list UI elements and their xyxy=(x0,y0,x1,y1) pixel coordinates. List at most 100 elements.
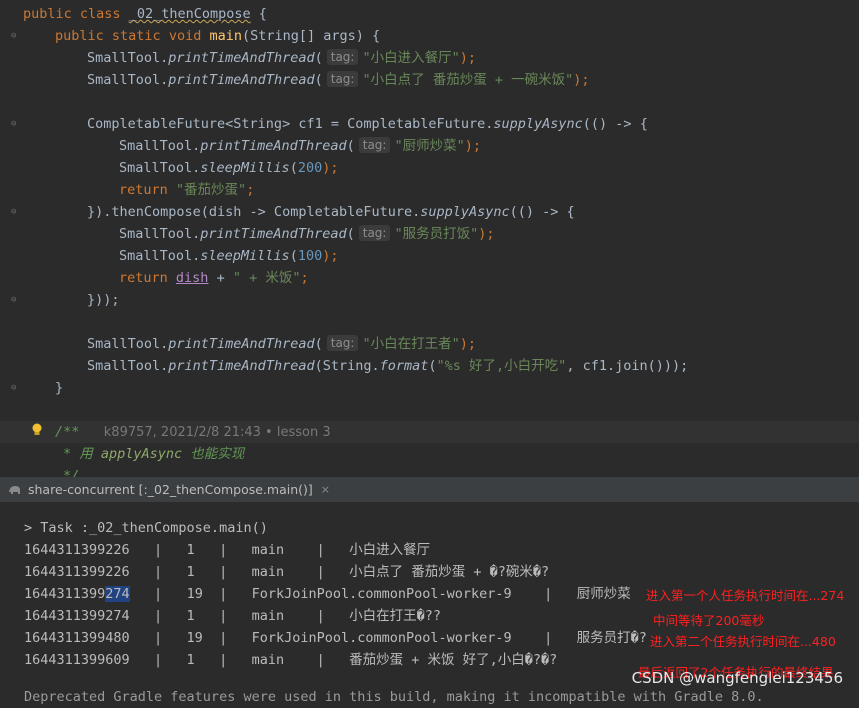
code-line[interactable]: SmallTool.printTimeAndThread(tag: "小白点了 番… xyxy=(87,69,590,91)
timestamp-prefix: 1644311399 xyxy=(24,586,106,602)
comment: /** xyxy=(55,424,80,440)
code-line-main[interactable]: public static void main(String[] args) { xyxy=(55,25,380,47)
string-literal: "小白点了 番茄炒蛋 + 一碗米饭" xyxy=(362,72,574,88)
console-row-partial: Deprecated Gradle features were used in … xyxy=(24,689,764,705)
method-name: main xyxy=(209,28,243,44)
punct: ); xyxy=(573,72,590,88)
code-text: })); xyxy=(87,292,120,308)
class-ref: SmallTool. xyxy=(119,226,201,242)
code-line[interactable]: CompletableFuture<String> cf1 = Completa… xyxy=(87,113,648,135)
javadoc-line[interactable]: */ xyxy=(63,465,79,477)
fold-icon[interactable]: ⊖ xyxy=(11,296,20,305)
code-line[interactable]: SmallTool.printTimeAndThread(tag: "小白进入餐厅… xyxy=(87,47,476,69)
static-call: printTimeAndThread xyxy=(168,358,315,374)
code-editor[interactable]: ⊖ ⊖ ⊖ ⊖ ⊖ ⊖ public class _02_thenCompose… xyxy=(0,0,859,477)
punct: ); xyxy=(322,160,339,176)
param-hint: tag: xyxy=(358,225,391,241)
paren: ( xyxy=(289,248,298,264)
code-line[interactable]: SmallTool.printTimeAndThread(tag: "小白在打王者… xyxy=(87,333,476,355)
close-tab-icon[interactable]: × xyxy=(321,478,330,502)
editor-gutter[interactable] xyxy=(0,0,14,477)
code-line[interactable]: SmallTool.printTimeAndThread(String.form… xyxy=(87,355,688,377)
run-tab[interactable]: share-concurrent [:_02_thenCompose.main(… xyxy=(8,478,330,502)
fold-icon[interactable]: ⊖ xyxy=(11,32,20,41)
punct: ; xyxy=(300,270,309,286)
code-text: (() -> { xyxy=(582,116,648,132)
javadoc-line[interactable]: * 用 applyAsync 也能实现 xyxy=(63,443,244,465)
keyword: public xyxy=(23,6,72,22)
static-call: printTimeAndThread xyxy=(168,50,315,66)
code-line[interactable]: SmallTool.sleepMillis(100); xyxy=(119,245,338,267)
number-literal: 100 xyxy=(297,248,323,264)
code-line[interactable]: })); xyxy=(87,289,120,311)
annotation-second-task: 进入第二个任务执行时间在...480 xyxy=(650,634,836,649)
author-hint: k89757, 2021/2/8 21:43 • lesson 3 xyxy=(103,425,331,440)
static-call: supplyAsync xyxy=(493,116,583,132)
punct: ); xyxy=(478,226,495,242)
paren: ( xyxy=(314,72,323,88)
code-line[interactable]: }).thenCompose(dish -> CompletableFuture… xyxy=(87,201,575,223)
paren: ( xyxy=(346,226,355,242)
punct: ); xyxy=(459,336,476,352)
class-name: _02_thenCompose xyxy=(128,6,251,22)
keyword: class xyxy=(79,6,121,22)
keyword: void xyxy=(168,28,202,44)
static-call: sleepMillis xyxy=(200,160,290,176)
static-call: printTimeAndThread xyxy=(168,336,315,352)
run-tab-label: share-concurrent [:_02_thenCompose.main(… xyxy=(28,482,313,497)
class-ref: SmallTool. xyxy=(119,160,201,176)
param-hint: tag: xyxy=(358,137,391,153)
code-line[interactable]: SmallTool.sleepMillis(200); xyxy=(119,157,338,179)
brace: } xyxy=(55,380,64,396)
code-line[interactable]: SmallTool.printTimeAndThread(tag: "厨师炒菜")… xyxy=(119,135,481,157)
lightbulb-icon[interactable] xyxy=(31,423,43,437)
string-literal: "番茄炒蛋" xyxy=(175,182,247,198)
code-line-class[interactable]: public class _02_thenCompose { xyxy=(23,3,267,25)
keyword: public xyxy=(55,28,104,44)
run-tool-window-tabs: share-concurrent [:_02_thenCompose.main(… xyxy=(0,478,859,502)
class-ref: SmallTool. xyxy=(119,138,201,154)
static-call: sleepMillis xyxy=(200,248,290,264)
selected-text: 274 xyxy=(105,586,130,602)
string-literal: "小白在打王者" xyxy=(362,336,460,352)
code-line[interactable]: SmallTool.printTimeAndThread(tag: "服务员打饭"… xyxy=(119,223,494,245)
watermark: CSDN @wangfenglei123456 xyxy=(631,669,843,687)
params: (String[] args) { xyxy=(242,28,381,44)
class-ref: SmallTool. xyxy=(87,336,169,352)
comment: * 用 xyxy=(63,446,101,462)
string-literal: "服务员打饭" xyxy=(394,226,479,242)
class-ref: SmallTool. xyxy=(87,50,169,66)
console-row: 1644311399226 | 1 | main | 小白进入餐厅 xyxy=(24,542,431,558)
paren: ( xyxy=(314,336,323,352)
code-line[interactable]: return "番茄炒蛋"; xyxy=(119,179,254,201)
keyword: static xyxy=(111,28,161,44)
console-task-line: > Task :_02_thenCompose.main() xyxy=(24,520,268,536)
comment: 也能实现 xyxy=(182,446,245,462)
static-call: printTimeAndThread xyxy=(200,138,347,154)
punct: ; xyxy=(246,182,255,198)
class-ref: SmallTool. xyxy=(119,248,201,264)
class-ref: SmallTool. xyxy=(87,72,169,88)
string-literal: "小白进入餐厅" xyxy=(362,50,460,66)
console-row: 1644311399274 | 1 | main | 小白在打王�?? xyxy=(24,608,441,624)
static-call: format xyxy=(379,358,429,374)
punct: ); xyxy=(464,138,481,154)
fold-icon[interactable]: ⊖ xyxy=(11,120,20,129)
fold-icon[interactable]: ⊖ xyxy=(11,384,20,393)
fold-icon[interactable]: ⊖ xyxy=(11,208,20,217)
keyword: return xyxy=(119,270,168,286)
param-hint: tag: xyxy=(326,335,359,351)
static-call: printTimeAndThread xyxy=(168,72,315,88)
comment-code: applyAsync xyxy=(100,446,183,462)
brace: { xyxy=(250,6,267,22)
annotation-wait: 中间等待了200毫秒 xyxy=(653,613,765,628)
javadoc-line[interactable]: /** k89757, 2021/2/8 21:43 • lesson 3 xyxy=(55,421,331,443)
code-line[interactable]: } xyxy=(55,377,63,399)
paren: ( xyxy=(314,50,323,66)
code-line[interactable]: return dish + " + 米饭"; xyxy=(119,267,309,289)
static-call: printTimeAndThread xyxy=(200,226,347,242)
string-literal: "%s 好了,小白开吃" xyxy=(436,358,567,374)
static-call: supplyAsync xyxy=(420,204,510,220)
code-text: , cf1.join())); xyxy=(566,358,689,374)
string-literal: "厨师炒菜" xyxy=(394,138,465,154)
